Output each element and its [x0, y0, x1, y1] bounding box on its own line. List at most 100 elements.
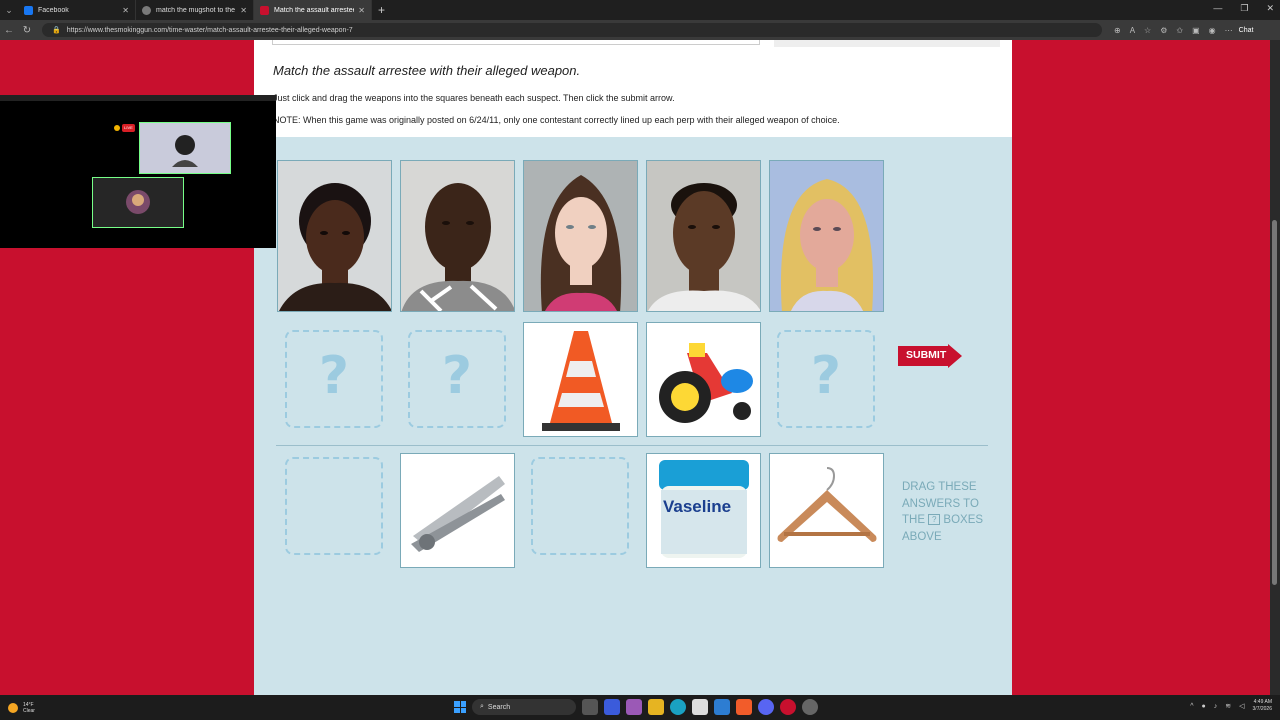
drop-slot-5[interactable]: ? [777, 330, 875, 428]
wifi-icon[interactable]: ≋ [1225, 702, 1231, 710]
scroll-thumb[interactable] [1272, 220, 1277, 585]
browser-tab-bar: ⌄ Facebook ✕ match the mugshot to the cr… [0, 0, 1280, 20]
weather-condition: Clear [23, 707, 35, 714]
weather-temp: 14°F [23, 701, 34, 708]
refresh-icon[interactable]: ↻ [18, 25, 36, 36]
windows-taskbar: 14°F Clear ⌕ Search ^ ● ♪ ≋ ◁ 4:49 AM 3/… [0, 695, 1280, 720]
weather-widget[interactable]: 14°F Clear [8, 702, 35, 714]
close-tab-icon[interactable]: ✕ [358, 6, 365, 15]
url-field[interactable]: 🔒 https://www.thesmokinggun.com/time-was… [42, 23, 1102, 37]
tab-list-chevron-icon[interactable]: ⌄ [0, 5, 18, 16]
answer-hanger[interactable] [769, 453, 884, 568]
zoom-icon[interactable]: ⊕ [1114, 26, 1121, 35]
taskbar-apps: ⌕ Search [454, 699, 818, 715]
top-divider [272, 40, 760, 45]
hanger-icon [770, 454, 883, 567]
tab-search[interactable]: match the mugshot to the crime - ✕ [136, 0, 254, 20]
lock-icon: 🔒 [52, 27, 61, 34]
drag-note-line: ABOVE [902, 530, 942, 543]
more-icon[interactable]: ⋯ [1225, 26, 1233, 35]
submit-label: SUBMIT [906, 349, 947, 361]
page-scrollbar[interactable] [1270, 40, 1280, 695]
opera-icon[interactable] [780, 699, 796, 715]
tab-game[interactable]: Match the assault arrestee with th... ✕ [254, 0, 372, 20]
tab-facebook[interactable]: Facebook ✕ [18, 0, 136, 20]
tricycle-icon [647, 323, 760, 436]
traffic-cone-icon [524, 323, 637, 436]
volume-icon[interactable]: ◁ [1239, 702, 1244, 710]
address-bar-row: ← ↻ 🔒 https://www.thesmokinggun.com/time… [0, 20, 1280, 40]
drag-note-boxes: BOXES [943, 514, 984, 526]
taskbar-search[interactable]: ⌕ Search [472, 699, 576, 715]
answer-slot-empty-1 [285, 457, 383, 555]
drop-slot-1[interactable]: ? [285, 330, 383, 428]
smoking-gun-icon [260, 5, 269, 15]
search-icon: ⌕ [480, 703, 484, 710]
edge-icon[interactable] [670, 699, 686, 715]
microphone-icon[interactable]: ♪ [1214, 703, 1218, 710]
participant-avatar [126, 190, 150, 214]
task-view-icon[interactable] [582, 699, 598, 715]
answer-nail-clippers[interactable] [400, 453, 515, 568]
drag-note-line: THE ? BOXES [902, 512, 983, 529]
moon-weather-icon [8, 702, 18, 713]
mugshot-1 [277, 160, 392, 312]
placed-traffic-cone[interactable] [523, 322, 638, 437]
clock[interactable]: 4:49 AM 3/7/2026 [1253, 699, 1272, 713]
app-icon[interactable] [714, 699, 730, 715]
vaseline-label: Vaseline [663, 497, 732, 516]
chevron-up-icon[interactable]: ^ [1190, 703, 1193, 710]
app-icon[interactable] [736, 699, 752, 715]
favorites-icon[interactable]: ✩ [1176, 26, 1183, 35]
extensions-icon[interactable]: ⚙ [1160, 26, 1167, 35]
status-dot-icon [114, 125, 120, 131]
note-text: NOTE: When this game was originally post… [273, 115, 840, 125]
app-icon[interactable] [802, 699, 818, 715]
copilot-icon[interactable] [626, 699, 642, 715]
live-badge: LIVE [122, 124, 135, 132]
close-tab-icon[interactable]: ✕ [240, 6, 247, 15]
back-icon[interactable]: ← [0, 25, 18, 36]
start-icon[interactable] [454, 701, 466, 713]
minimize-icon[interactable]: — [1213, 3, 1222, 14]
answer-vaseline[interactable]: Vaseline [646, 453, 761, 568]
placed-big-wheel[interactable] [646, 322, 761, 437]
drag-instructions: DRAG THESE ANSWERS TO THE ? BOXES ABOVE [902, 479, 983, 545]
system-tray: ^ ● ♪ ≋ ◁ 4:49 AM 3/7/2026 [1190, 699, 1272, 713]
drop-slot-2[interactable]: ? [408, 330, 506, 428]
participant-tile-2[interactable] [92, 177, 184, 228]
browser-toolbar: ⊕ A ☆ ⚙ ✩ ▣ ◉ ⋯ [1114, 26, 1233, 35]
collections-icon[interactable]: ▣ [1192, 26, 1200, 35]
question-mark-icon: ? [441, 346, 473, 406]
overlay-title-bar[interactable] [0, 95, 276, 101]
read-aloud-icon[interactable]: A [1130, 26, 1135, 35]
participant-tile-1[interactable] [139, 122, 231, 174]
page-header-area: Match the assault arrestee with their al… [254, 40, 1012, 137]
video-call-overlay[interactable]: LIVE [0, 95, 276, 248]
nail-clippers-icon [401, 454, 514, 567]
copilot-chat-button[interactable]: Chat [1239, 27, 1254, 34]
row-divider [276, 445, 988, 446]
restore-icon[interactable]: ❐ [1240, 3, 1248, 14]
url-text: https://www.thesmokinggun.com/time-waste… [66, 26, 353, 34]
tray-app-icon[interactable]: ● [1202, 703, 1206, 710]
app-icon[interactable] [604, 699, 620, 715]
answer-slot-empty-2 [531, 457, 629, 555]
page-title: Match the assault arrestee with their al… [273, 63, 581, 78]
new-tab-icon[interactable]: + [378, 3, 385, 17]
store-icon[interactable] [692, 699, 708, 715]
file-explorer-icon[interactable] [648, 699, 664, 715]
participant-avatar [172, 135, 198, 167]
drag-note-line: DRAG THESE [902, 481, 977, 493]
close-tab-icon[interactable]: ✕ [122, 6, 129, 15]
question-box-icon: ? [928, 514, 941, 526]
favorite-star-icon[interactable]: ☆ [1144, 26, 1151, 35]
top-sidebar-stub [774, 40, 1000, 47]
mugshot-2 [400, 160, 515, 312]
discord-icon[interactable] [758, 699, 774, 715]
submit-button[interactable]: SUBMIT [898, 344, 962, 368]
drag-note-the: THE [902, 514, 925, 526]
profile-icon[interactable]: ◉ [1209, 26, 1216, 35]
tab-title: Facebook [38, 6, 69, 14]
close-window-icon[interactable]: ✕ [1266, 3, 1274, 14]
